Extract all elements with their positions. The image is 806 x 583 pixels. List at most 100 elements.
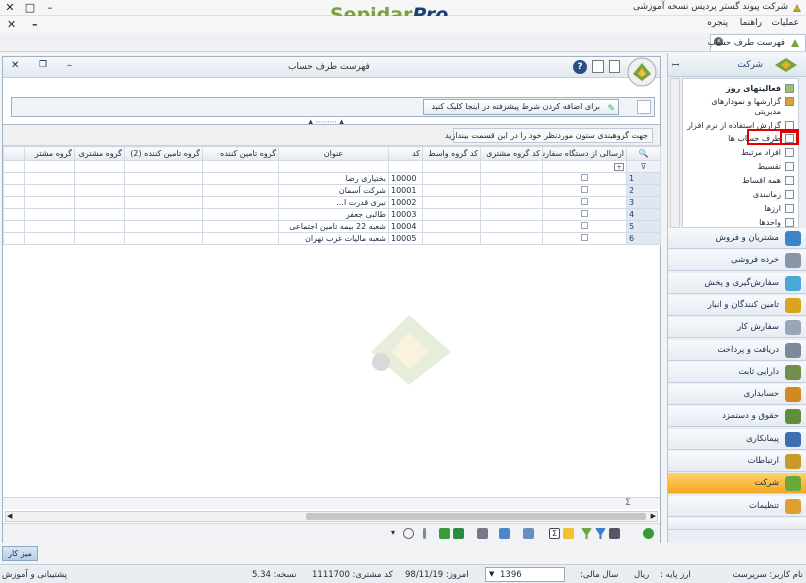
sum-button[interactable]: Σ (549, 528, 560, 539)
table-row[interactable]: 3 10002 نیری قدرت ا... (3, 196, 661, 209)
row-number: 4 (626, 208, 661, 221)
col-header-intermediate-group-code[interactable]: کد گروه واسط (422, 146, 481, 161)
scroll-right-icon[interactable]: ▶ (651, 512, 656, 520)
edit-icon[interactable] (592, 60, 604, 73)
columns-icon[interactable] (499, 528, 510, 539)
filter-row-icon[interactable]: ⊽ (626, 160, 661, 173)
table-row[interactable]: 2 10001 شرکت آسمان (3, 184, 661, 197)
filter-cell[interactable] (388, 160, 423, 173)
status-support[interactable]: پشتیبانی و آموزش (2, 570, 67, 580)
scroll-thumb[interactable] (306, 513, 646, 520)
filter-cell[interactable]: + (542, 160, 627, 173)
horizontal-scrollbar[interactable]: ◀ ▶ (5, 511, 658, 522)
filter-cell[interactable] (202, 160, 279, 173)
nav-module-13[interactable]: تنظیمات (668, 495, 806, 517)
window-maximize-button[interactable]: □ (20, 0, 40, 16)
sort-icon[interactable] (563, 528, 574, 539)
row-number: 6 (626, 232, 661, 245)
table-row[interactable]: 4 10003 طالبی جعفر (3, 208, 661, 221)
dropdown-icon[interactable]: ▾ (391, 528, 402, 539)
panel-restore-button[interactable]: ❐ (39, 60, 47, 70)
nav-module-3[interactable]: سفارش‌گیری و پخش (668, 272, 806, 294)
device-checkbox[interactable] (581, 186, 588, 193)
nav-module-1[interactable]: مشتریان و فروش (668, 228, 806, 249)
excel-icon[interactable] (453, 528, 464, 539)
nav-module-5[interactable]: سفارش کار (668, 317, 806, 339)
module-icon (785, 454, 801, 469)
nav-module-11[interactable]: ارتباطات (668, 451, 806, 472)
tree-item-scheduling[interactable]: زمانبندی (753, 190, 794, 199)
table-row[interactable]: 6 10005 شعبه مالیات غرب تهران (3, 232, 661, 245)
nav-module-8[interactable]: حسابداری (668, 384, 806, 406)
tree-item-all-installments[interactable]: همه اقساط (742, 176, 794, 185)
col-header-device[interactable]: ارسالی از دستگاه سفارش‌گیری (542, 146, 627, 161)
table-row[interactable]: 5 10004 شعبه 22 بیمه تامین اجتماعی (3, 220, 661, 233)
flag-icon[interactable] (439, 528, 450, 539)
filter-cell[interactable] (480, 160, 543, 173)
filter-cell[interactable] (422, 160, 481, 173)
nav-module-10[interactable]: پیمانکاری (668, 428, 806, 450)
device-checkbox[interactable] (581, 174, 588, 181)
advanced-filter-button[interactable]: برای اضافه کردن شرط پیشرفته در اینجا کلی… (423, 99, 619, 115)
pin-icon[interactable]: ꟷ (672, 58, 679, 71)
filter-advanced-icon[interactable] (595, 528, 606, 539)
tree-item-currencies[interactable]: ارزها (764, 204, 794, 213)
tree-item-reports[interactable]: گزارشها و نمودارهای (711, 97, 794, 106)
mdi-minimize-button[interactable]: – (32, 16, 38, 33)
menu-help[interactable]: راهنما (740, 18, 762, 28)
nav-module-12[interactable]: شرکت (668, 473, 806, 495)
filter-cell[interactable] (24, 160, 75, 173)
grid-icon[interactable] (609, 528, 620, 539)
window-close-button[interactable]: ✕ (0, 0, 20, 16)
tab-account-list[interactable]: × فهرست طرف حساب (708, 34, 806, 51)
group-by-drop-zone[interactable]: جهت گروهبندی ستون موردنظر خود را در این … (445, 128, 653, 143)
new-icon[interactable] (609, 60, 620, 73)
device-checkbox[interactable] (581, 210, 588, 217)
tree-item-installment[interactable]: تقسیط (758, 162, 794, 171)
mdi-close-button[interactable]: ✕ (7, 16, 16, 33)
col-header-supplier-group-2[interactable]: گروه تامین کننده (2) (124, 146, 203, 161)
tree-item-related-people[interactable]: افراد مرتبط (741, 148, 794, 157)
filter-cell[interactable] (3, 160, 25, 173)
col-header-supplier-group[interactable]: گروه تامین کننده (202, 146, 279, 161)
col-header-title[interactable]: عنوان (278, 146, 389, 161)
device-checkbox[interactable] (581, 234, 588, 241)
col-header-customer-group-2[interactable]: گروه مشتر (24, 146, 75, 161)
menu-operations[interactable]: عملیات (772, 18, 799, 28)
col-header-code[interactable]: کد (388, 146, 423, 161)
panel-minimize-button[interactable]: – (67, 60, 72, 71)
menu-window[interactable]: پنجره (707, 18, 728, 28)
col-header-customer-group[interactable]: گروه مشتری (74, 146, 125, 161)
nav-module-7[interactable]: دارایی ثابت (668, 361, 806, 383)
filter-toggle[interactable] (637, 100, 651, 114)
filter-icon[interactable] (581, 528, 592, 539)
print-icon[interactable] (477, 528, 488, 539)
refresh-icon[interactable] (643, 528, 654, 539)
grid-search-icon[interactable]: 🔍 (626, 146, 661, 161)
nav-module-2[interactable]: خرده فروشی (668, 250, 806, 272)
filter-cell[interactable] (74, 160, 125, 173)
col-header-customer-group-code[interactable]: کد گروه مشتری (480, 146, 543, 161)
help-icon[interactable]: ? (573, 60, 587, 74)
expand-icon[interactable] (523, 528, 534, 539)
fiscal-year-select[interactable]: ▼ 1396 (485, 567, 565, 582)
scroll-left-icon[interactable]: ◀ (7, 512, 12, 520)
nav-module-4[interactable]: تامین کنندگان و انبار (668, 294, 806, 316)
status-user: نام کاربر: سرپرست (732, 570, 803, 580)
tree-scrollbar[interactable] (670, 78, 680, 228)
table-row[interactable]: 1 10000 بختیاری رضا (3, 172, 661, 185)
taskbar-desk-tab[interactable]: میز کار (2, 546, 38, 561)
nav-more-button[interactable] (668, 517, 806, 530)
device-checkbox[interactable] (581, 222, 588, 229)
tree-item-daily[interactable]: فعالیتهای روز (726, 84, 794, 93)
grid-header-row: 🔍 ارسالی از دستگاه سفارش‌گیری کد گروه مش… (3, 146, 661, 161)
window-minimize-button[interactable]: – (40, 0, 60, 16)
filter-cell[interactable] (278, 160, 389, 173)
tree-item-units[interactable]: واحدها (759, 218, 794, 227)
nav-module-6[interactable]: دریافت و پرداخت (668, 339, 806, 361)
panel-close-button[interactable]: ✕ (11, 60, 19, 71)
nav-module-9[interactable]: حقوق و دستمزد (668, 406, 806, 428)
device-checkbox[interactable] (581, 198, 588, 205)
stop-icon[interactable] (403, 528, 414, 539)
filter-cell[interactable] (124, 160, 203, 173)
